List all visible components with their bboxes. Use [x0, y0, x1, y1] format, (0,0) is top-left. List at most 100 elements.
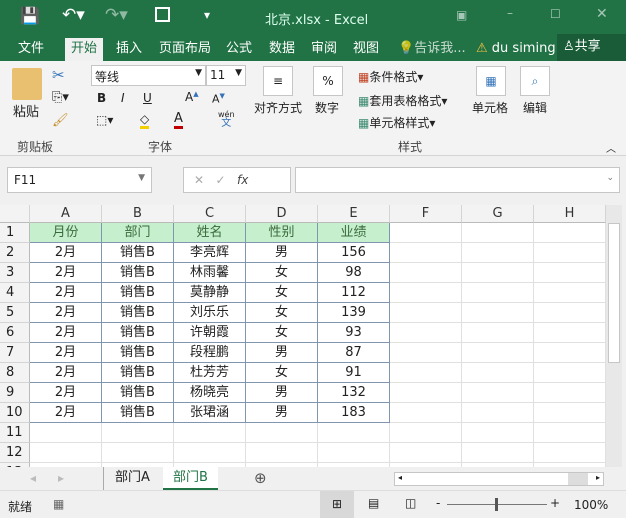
cell[interactable]: 刘乐乐 [174, 303, 246, 323]
column-header[interactable]: G [462, 205, 534, 223]
cell[interactable]: 2月 [30, 303, 102, 323]
column-header[interactable]: F [390, 205, 462, 223]
cut-icon[interactable]: ✂ [52, 66, 65, 84]
page-break-icon[interactable]: ◫ [405, 496, 416, 510]
row-header[interactable]: 8 [0, 363, 30, 383]
cell[interactable] [174, 423, 246, 443]
column-header[interactable]: A [30, 205, 102, 223]
cell[interactable] [390, 303, 462, 323]
cell[interactable]: 杜芳芳 [174, 363, 246, 383]
name-box[interactable]: F11 ▼ [7, 167, 152, 193]
cell[interactable]: 女 [246, 263, 318, 283]
cell[interactable] [390, 263, 462, 283]
cell[interactable] [534, 343, 606, 363]
cell[interactable]: 销售B [102, 303, 174, 323]
scroll-right-icon[interactable]: ▸ [596, 473, 600, 482]
font-name-select[interactable]: 等线 ▼ [91, 65, 206, 86]
decrease-font-icon[interactable]: A▼ [212, 92, 225, 106]
increase-font-icon[interactable]: A▲ [185, 90, 199, 104]
row-header[interactable]: 6 [0, 323, 30, 343]
cell[interactable]: 183 [318, 403, 390, 423]
cell[interactable] [246, 423, 318, 443]
cell[interactable] [462, 383, 534, 403]
cell[interactable] [534, 443, 606, 463]
cell[interactable]: 2月 [30, 363, 102, 383]
horizontal-scrollbar[interactable]: ◂ ▸ [394, 472, 604, 486]
row-header[interactable]: 3 [0, 263, 30, 283]
row-header[interactable]: 4 [0, 283, 30, 303]
cell[interactable]: 112 [318, 283, 390, 303]
tab-page-layout[interactable]: 页面布局 [153, 38, 217, 61]
cell[interactable] [30, 443, 102, 463]
cell[interactable]: 月份 [30, 223, 102, 243]
minimize-icon[interactable]: – [507, 6, 513, 20]
sheet-tab-a[interactable]: 部门A [103, 467, 161, 490]
column-header[interactable]: E [318, 205, 390, 223]
tab-home[interactable]: 开始 [65, 38, 104, 61]
number-button[interactable]: 数字 [315, 99, 339, 116]
cell[interactable]: 销售B [102, 403, 174, 423]
undo-icon[interactable]: ↶▾ [62, 5, 85, 25]
cell[interactable]: 业绩 [318, 223, 390, 243]
cell[interactable]: 段程鹏 [174, 343, 246, 363]
cell[interactable] [462, 343, 534, 363]
tab-insert[interactable]: 插入 [110, 38, 148, 61]
row-header[interactable]: 9 [0, 383, 30, 403]
cell[interactable] [102, 443, 174, 463]
tab-view[interactable]: 视图 [347, 38, 385, 61]
cell[interactable]: 部门 [102, 223, 174, 243]
row-header[interactable]: 12 [0, 443, 30, 463]
cancel-icon[interactable]: ✕ [194, 173, 204, 187]
next-sheet-icon[interactable]: ▸ [58, 471, 64, 485]
cell[interactable]: 女 [246, 363, 318, 383]
cell[interactable]: 男 [246, 403, 318, 423]
cell[interactable]: 女 [246, 303, 318, 323]
ribbon-display-icon[interactable]: ▣ [456, 8, 467, 22]
column-header[interactable]: C [174, 205, 246, 223]
cell[interactable]: 2月 [30, 263, 102, 283]
cell[interactable] [462, 443, 534, 463]
cell[interactable]: 销售B [102, 283, 174, 303]
cell[interactable] [462, 323, 534, 343]
tab-review[interactable]: 审阅 [305, 38, 343, 61]
row-header[interactable]: 2 [0, 243, 30, 263]
save-icon[interactable]: 💾 [20, 6, 40, 25]
cell[interactable]: 2月 [30, 243, 102, 263]
font-size-select[interactable]: 11 ▼ [206, 65, 246, 86]
cell[interactable] [534, 303, 606, 323]
formula-input[interactable]: ⌄ [295, 167, 620, 193]
format-painter-icon[interactable]: 🖌 [52, 113, 69, 128]
zoom-out-icon[interactable]: - [436, 496, 440, 510]
cell[interactable]: 张珺涵 [174, 403, 246, 423]
tell-me[interactable]: 💡告诉我... [392, 38, 472, 61]
cell[interactable]: 2月 [30, 283, 102, 303]
cell[interactable]: 性别 [246, 223, 318, 243]
italic-button[interactable]: I [121, 91, 125, 105]
cell[interactable]: 男 [246, 383, 318, 403]
cell[interactable]: 132 [318, 383, 390, 403]
cell[interactable] [174, 443, 246, 463]
cell[interactable] [102, 423, 174, 443]
cell[interactable] [462, 423, 534, 443]
cell[interactable]: 2月 [30, 403, 102, 423]
cell[interactable] [462, 263, 534, 283]
paste-button[interactable]: 粘贴 [13, 101, 39, 120]
cell[interactable] [390, 403, 462, 423]
scroll-left-icon[interactable]: ◂ [398, 473, 402, 482]
cell[interactable] [318, 423, 390, 443]
cell[interactable] [318, 443, 390, 463]
zoom-level[interactable]: 100% [574, 498, 608, 512]
row-header[interactable]: 1 [0, 223, 30, 243]
customize-toolbar-icon[interactable]: ▾ [204, 8, 210, 22]
cell[interactable] [462, 363, 534, 383]
copy-icon[interactable]: ⎘▾ [52, 90, 69, 105]
cell[interactable] [390, 383, 462, 403]
border-icon[interactable]: ⬚▾ [96, 113, 113, 127]
cell[interactable] [534, 403, 606, 423]
cell[interactable] [534, 223, 606, 243]
cell[interactable] [390, 423, 462, 443]
cell[interactable]: 139 [318, 303, 390, 323]
cell[interactable]: 男 [246, 243, 318, 263]
select-all-corner[interactable] [0, 205, 30, 223]
alignment-icon[interactable]: ≡ [263, 66, 293, 96]
